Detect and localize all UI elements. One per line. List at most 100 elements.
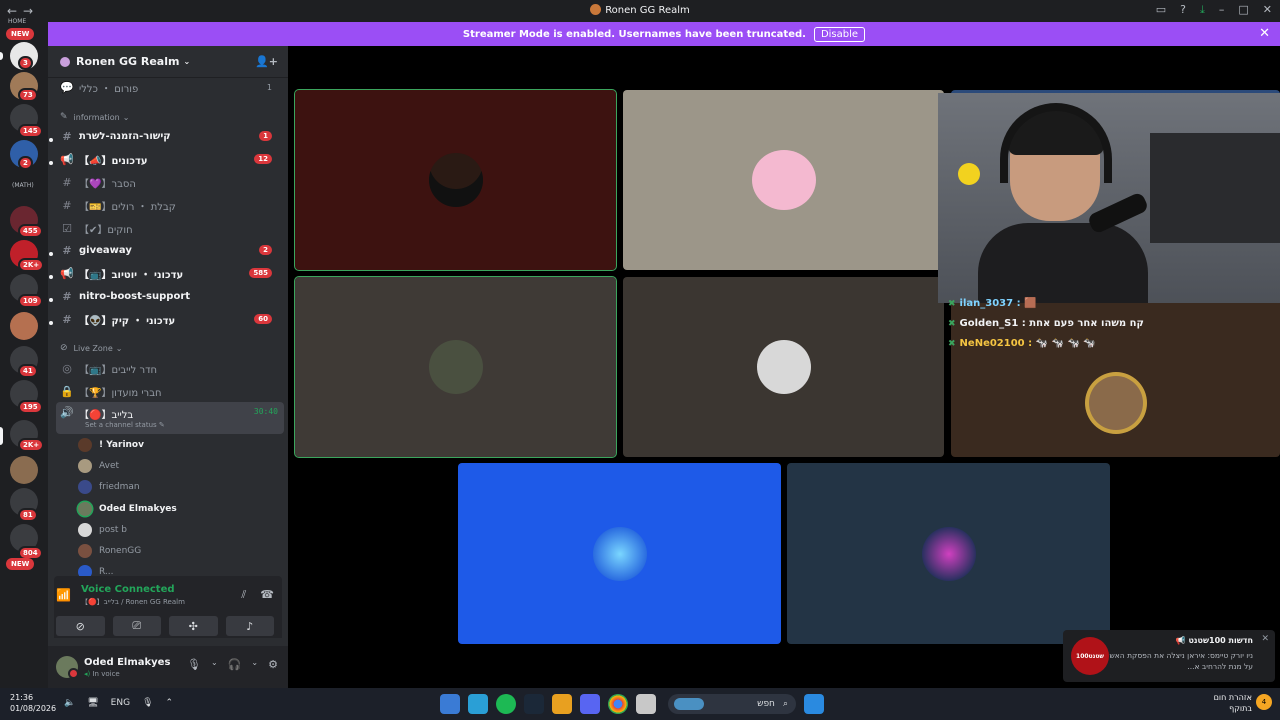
signal-icon[interactable]: 📶	[56, 588, 71, 602]
task-view-icon[interactable]	[440, 694, 460, 714]
voice-user[interactable]: ! Yarinov	[78, 435, 144, 455]
voice-user[interactable]: Avet	[78, 456, 119, 476]
channel-label: 【📺】חדר לייבים	[79, 364, 158, 376]
voice-user[interactable]: friedman	[78, 477, 140, 497]
headphones-icon[interactable]: 🎧	[228, 658, 242, 671]
app-icon[interactable]	[552, 694, 572, 714]
download-icon[interactable]: ⤓	[1200, 3, 1205, 17]
server-header[interactable]: Ronen GG Realm ⌄ 👤+	[48, 46, 288, 78]
spotify-icon[interactable]	[496, 694, 516, 714]
weather-icon[interactable]: 4	[1256, 694, 1272, 710]
participant-tile[interactable]	[294, 89, 617, 271]
telegram-icon[interactable]	[468, 694, 488, 714]
channel-club-members[interactable]: 🔒 【🏆】חברי מועדון	[56, 381, 284, 401]
weather-widget[interactable]: אזהרת חום בתוקף	[1214, 692, 1252, 714]
activities-button[interactable]: ✣	[169, 616, 218, 636]
category-information[interactable]: ✎ information ⌄	[60, 112, 129, 122]
channel-get-roles[interactable]: # 【🎫】קבלת ・ רולים	[56, 195, 284, 215]
category-live-zone[interactable]: ⊘ Live Zone ⌄	[60, 343, 123, 353]
voice-connected-subtitle[interactable]: 【🔴】בלייב / Ronen GG Realm	[81, 597, 185, 607]
mention-badge: 60	[254, 314, 272, 324]
search-icon: ⌕	[782, 699, 788, 709]
participant-avatar	[751, 150, 816, 210]
noise-suppression-icon[interactable]: ⫽	[241, 588, 246, 602]
channel-giveaway[interactable]: # giveaway 2	[56, 240, 284, 260]
volume-icon[interactable]: 🔈	[64, 698, 75, 708]
notification-body: ניו יורק טיימס: איראן ניצלה את הפסקת האש…	[1109, 651, 1253, 671]
server-badge: 109	[18, 294, 43, 308]
inbox-icon[interactable]: ▭	[1156, 3, 1166, 17]
voice-user[interactable]: Oded Elmakyes	[78, 499, 177, 519]
mention-badge: 585	[249, 268, 272, 278]
participant-tile[interactable]	[623, 277, 944, 457]
help-icon[interactable]: ?	[1180, 3, 1186, 17]
channel-invite-link[interactable]: # קישור-הזמנה-לשרת 1	[56, 126, 284, 146]
language-indicator[interactable]: ENG	[111, 698, 130, 708]
math-server-label[interactable]: (MATH)	[12, 182, 34, 189]
file-explorer-icon[interactable]	[636, 694, 656, 714]
participant-tile[interactable]	[294, 276, 617, 458]
close-notification-icon[interactable]: ✕	[1261, 634, 1269, 644]
network-icon[interactable]: 🖥	[87, 698, 98, 708]
chevron-down-icon[interactable]: ⌄	[251, 658, 258, 671]
user-name[interactable]: Oded Elmakyes	[84, 657, 170, 668]
streamer-mode-banner: Streamer Mode is enabled. Usernames have…	[48, 22, 1280, 46]
windows-taskbar: 21:36 01/08/2026 🔈 🖥 ENG 🎙 ⌃ חפש ⌕ אזהרת…	[0, 688, 1280, 720]
clock[interactable]: 21:36 01/08/2026	[10, 692, 56, 714]
close-banner-icon[interactable]: ✕	[1259, 26, 1270, 41]
mention-badge: 2	[259, 245, 272, 255]
server-badge: 2	[18, 156, 33, 170]
microphone-icon[interactable]: 🎙	[187, 658, 201, 671]
channel-forum-general[interactable]: 💬 פורום ・ כללי 1	[56, 77, 284, 97]
participant-avatar	[428, 340, 483, 394]
channel-live-voice[interactable]: 🔊 【🔴】בלייב 30:40 Set a channel status ✎	[56, 402, 284, 434]
windows-start-icon[interactable]	[804, 694, 824, 714]
participant-tile[interactable]	[623, 90, 944, 270]
maximize-icon[interactable]: □	[1238, 3, 1248, 17]
participant-tile[interactable]	[458, 463, 781, 644]
discord-icon[interactable]	[580, 694, 600, 714]
avatar	[78, 438, 92, 452]
channel-label: 【📣】עדכונים	[79, 155, 148, 167]
minimize-icon[interactable]: –	[1219, 3, 1225, 17]
disconnect-icon[interactable]: ☎	[260, 588, 274, 602]
avatar[interactable]	[56, 656, 79, 679]
settings-gear-icon[interactable]: ⚙	[268, 658, 278, 671]
channel-kick-updates[interactable]: # 【👽】עדכוני ・ קיק 60	[56, 309, 284, 329]
voice-user[interactable]: post b	[78, 520, 127, 540]
megaphone-icon: 📢	[60, 266, 74, 280]
disable-button[interactable]: Disable	[813, 26, 866, 42]
channel-count: 1	[266, 82, 272, 92]
microphone-icon[interactable]: 🎙	[142, 698, 153, 708]
channel-label: 【👽】עדכוני ・ קיק	[79, 315, 176, 327]
chrome-icon[interactable]	[608, 694, 628, 714]
screen-share-icon: ⎚	[132, 619, 142, 632]
steam-icon[interactable]	[524, 694, 544, 714]
participant-tile[interactable]	[787, 463, 1110, 644]
channel-updates[interactable]: 📢 【📣】עדכונים 12	[56, 149, 284, 169]
invite-people-icon[interactable]: 👤+	[255, 55, 278, 68]
channel-nitro-boost-support[interactable]: # nitro-boost-support	[56, 286, 284, 306]
channel-explanation[interactable]: # 【💜】הסבר	[56, 172, 284, 192]
set-channel-status[interactable]: Set a channel status ✎	[85, 421, 165, 429]
channel-youtube-updates[interactable]: 📢 【📺】עדכוני ・ יוטיוב 585	[56, 263, 284, 283]
server-icon[interactable]	[10, 456, 38, 484]
channel-rules[interactable]: ☑ 【✔】חוקים	[56, 218, 284, 238]
chevron-down-icon[interactable]: ⌄	[211, 658, 218, 671]
camera-button[interactable]: ⊘	[56, 616, 105, 636]
share-screen-button[interactable]: ⎚	[112, 616, 161, 636]
channel-live-room[interactable]: ◎ 【📺】חדר לייבים	[56, 358, 284, 378]
server-icon[interactable]	[10, 312, 38, 340]
chat-message: קח משהו אחר פעם אחת	[1029, 318, 1144, 329]
soundboard-button[interactable]: ♪	[225, 616, 274, 636]
close-icon[interactable]: ✕	[1263, 3, 1272, 17]
hash-icon: #	[62, 129, 72, 143]
voice-user[interactable]: RonenGG	[78, 541, 141, 561]
notification-title: חדשות 100שטנט 📢	[1175, 636, 1253, 645]
taskbar-search[interactable]: חפש ⌕	[668, 694, 796, 714]
server-badge: 81	[18, 508, 38, 522]
channel-label: nitro-boost-support	[79, 290, 191, 302]
news-notification[interactable]: 100שטנט חדשות 100שטנט 📢 ניו יורק טיימס: …	[1063, 630, 1275, 682]
chevron-up-icon[interactable]: ⌃	[166, 698, 174, 708]
chevron-down-icon: ⌄	[115, 343, 123, 353]
